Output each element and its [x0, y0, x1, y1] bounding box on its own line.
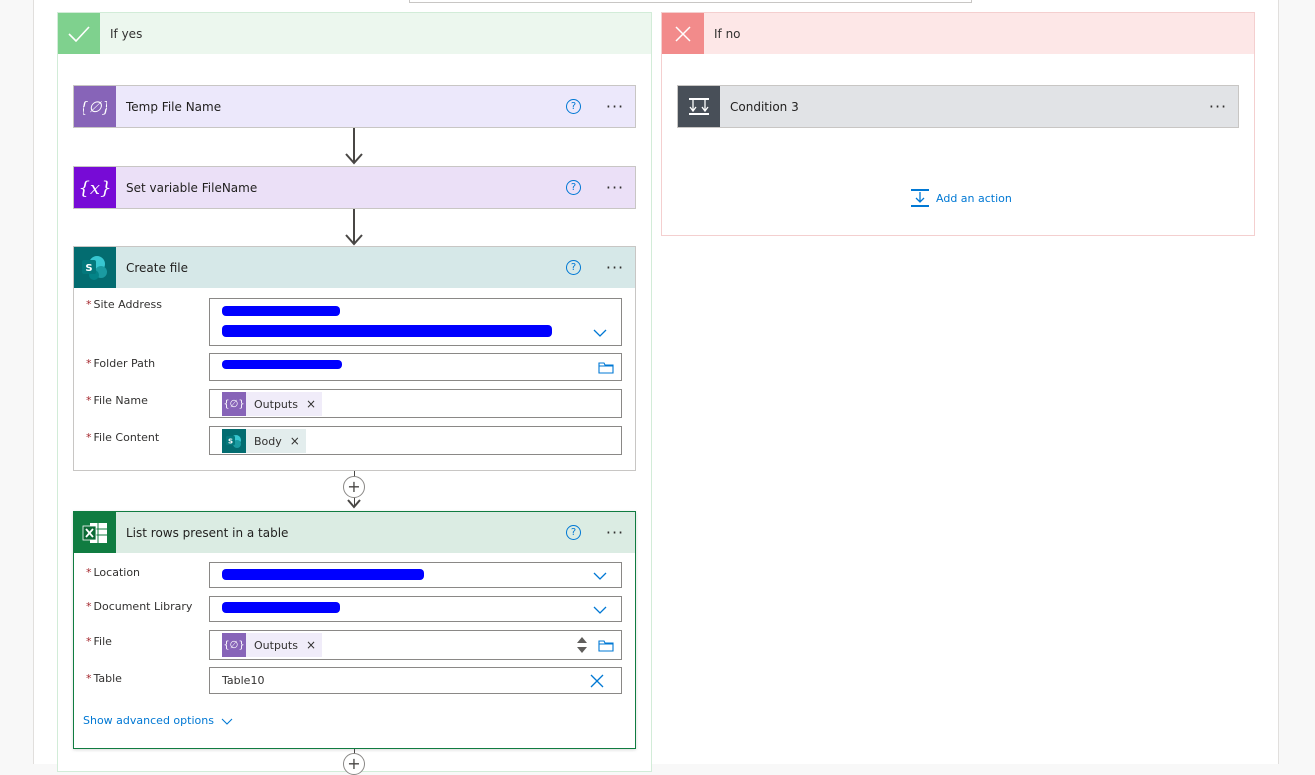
action-card-header[interactable]: {x} Set variable FileName ? ··· [74, 167, 635, 208]
dynamic-content-token[interactable]: {∅} Outputs × [222, 633, 323, 657]
action-card-header[interactable]: S Create file ? ··· [74, 247, 635, 288]
folder-icon[interactable] [598, 640, 614, 652]
add-action-label: Add an action [936, 191, 1012, 205]
condition-icon [678, 86, 720, 127]
dynamic-content-token[interactable]: S Body × [222, 429, 306, 453]
action-card-title: Set variable FileName [126, 180, 258, 195]
site-address-dropdown[interactable] [209, 298, 622, 346]
token-label: Body [254, 434, 282, 448]
redaction-mark [222, 602, 340, 613]
redaction-mark [222, 325, 552, 337]
branch-if-yes-title: If yes [110, 26, 143, 41]
advanced-options-label: Show advanced options [83, 714, 214, 727]
field-label: * File [86, 635, 112, 648]
flow-arrow [344, 209, 364, 247]
folder-path-input[interactable] [209, 353, 622, 381]
help-icon[interactable]: ? [566, 99, 581, 114]
chevron-down-icon[interactable] [593, 569, 607, 583]
field-label: * Document Library [86, 600, 193, 613]
action-card-title: Create file [126, 260, 188, 275]
field-label: * Folder Path [86, 357, 156, 370]
field-label: * File Name [86, 394, 148, 407]
add-action-button[interactable]: Add an action [910, 188, 1012, 208]
remove-token-icon[interactable]: × [290, 434, 300, 448]
insert-step-button[interactable]: + [343, 476, 365, 498]
chevron-down-icon [221, 718, 233, 725]
file-name-input[interactable]: {∅} Outputs × [209, 389, 622, 418]
sharepoint-icon: S [74, 247, 116, 288]
redaction-mark [222, 360, 342, 369]
token-label: Outputs [254, 638, 298, 652]
svg-text:{∅}: {∅} [83, 98, 107, 116]
action-card-set-variable[interactable]: {x} Set variable FileName ? ··· [73, 166, 636, 209]
token-label: Outputs [254, 397, 298, 411]
redaction-mark [222, 306, 340, 316]
action-card-title: Condition 3 [730, 99, 799, 114]
more-options-icon[interactable]: ··· [1206, 98, 1230, 114]
excel-icon [74, 512, 116, 553]
variable-icon: {∅} [222, 633, 246, 657]
remove-token-icon[interactable]: × [306, 638, 316, 652]
sharepoint-icon: S [222, 429, 246, 453]
action-card-title: List rows present in a table [126, 525, 289, 540]
flow-canvas: If yes If no Condition 3 ··· Add an acti… [0, 0, 1315, 775]
action-card-condition-3[interactable]: Condition 3 ··· [677, 85, 1239, 128]
svg-text:S: S [228, 438, 233, 446]
dynamic-content-token[interactable]: {∅} Outputs × [222, 392, 323, 416]
action-card-create-file[interactable]: S Create file ? ··· * Site Address * Folde… [73, 246, 636, 471]
action-card-header[interactable]: {∅} Temp File Name ? ··· [74, 86, 635, 127]
branch-if-no-header[interactable]: If no [662, 13, 1254, 54]
svg-text:{x}: {x} [80, 178, 110, 199]
variable-icon: {∅} [222, 392, 246, 416]
folder-icon[interactable] [598, 362, 614, 374]
svg-text:S: S [85, 263, 92, 274]
variable-icon: {∅} [74, 86, 116, 127]
add-action-icon [911, 189, 929, 207]
more-options-icon[interactable]: ··· [603, 98, 627, 114]
field-label: * Location [86, 566, 141, 579]
branch-if-yes-header[interactable]: If yes [58, 13, 651, 54]
help-icon[interactable]: ? [566, 180, 581, 195]
table-input[interactable]: Table10 [209, 667, 622, 694]
field-label: * File Content [86, 431, 160, 444]
file-content-input[interactable]: S Body × [209, 426, 622, 455]
redaction-mark [222, 569, 424, 580]
field-label: * Table [86, 672, 122, 685]
flow-arrow [344, 128, 364, 166]
action-card-header[interactable]: Condition 3 ··· [678, 86, 1238, 127]
set-variable-icon: {x} [74, 167, 116, 208]
check-icon [58, 13, 100, 54]
action-card-list-rows[interactable]: List rows present in a table ? ··· * Loca… [73, 511, 636, 749]
more-options-icon[interactable]: ··· [603, 179, 627, 195]
chevron-down-icon[interactable] [593, 326, 607, 340]
condition-expression-box [409, 0, 972, 3]
remove-token-icon[interactable]: × [306, 397, 316, 411]
document-library-dropdown[interactable] [209, 596, 622, 622]
close-icon [662, 13, 704, 54]
spin-arrows-icon[interactable] [575, 634, 589, 656]
file-input[interactable]: {∅} Outputs × [209, 630, 622, 660]
clear-icon[interactable] [590, 674, 604, 688]
show-advanced-options-link[interactable]: Show advanced options [83, 714, 233, 727]
action-card-header[interactable]: List rows present in a table ? ··· [74, 512, 635, 553]
action-card-temp-file-name[interactable]: {∅} Temp File Name ? ··· [73, 85, 636, 128]
more-options-icon[interactable]: ··· [603, 524, 627, 540]
insert-step-button[interactable]: + [343, 753, 365, 775]
action-card-title: Temp File Name [126, 99, 222, 114]
field-label: * Site Address [86, 298, 162, 311]
help-icon[interactable]: ? [566, 260, 581, 275]
location-dropdown[interactable] [209, 562, 622, 588]
more-options-icon[interactable]: ··· [603, 259, 627, 275]
table-value: Table10 [222, 674, 265, 687]
branch-if-no-title: If no [714, 26, 741, 41]
chevron-down-icon[interactable] [593, 603, 607, 617]
help-icon[interactable]: ? [566, 525, 581, 540]
